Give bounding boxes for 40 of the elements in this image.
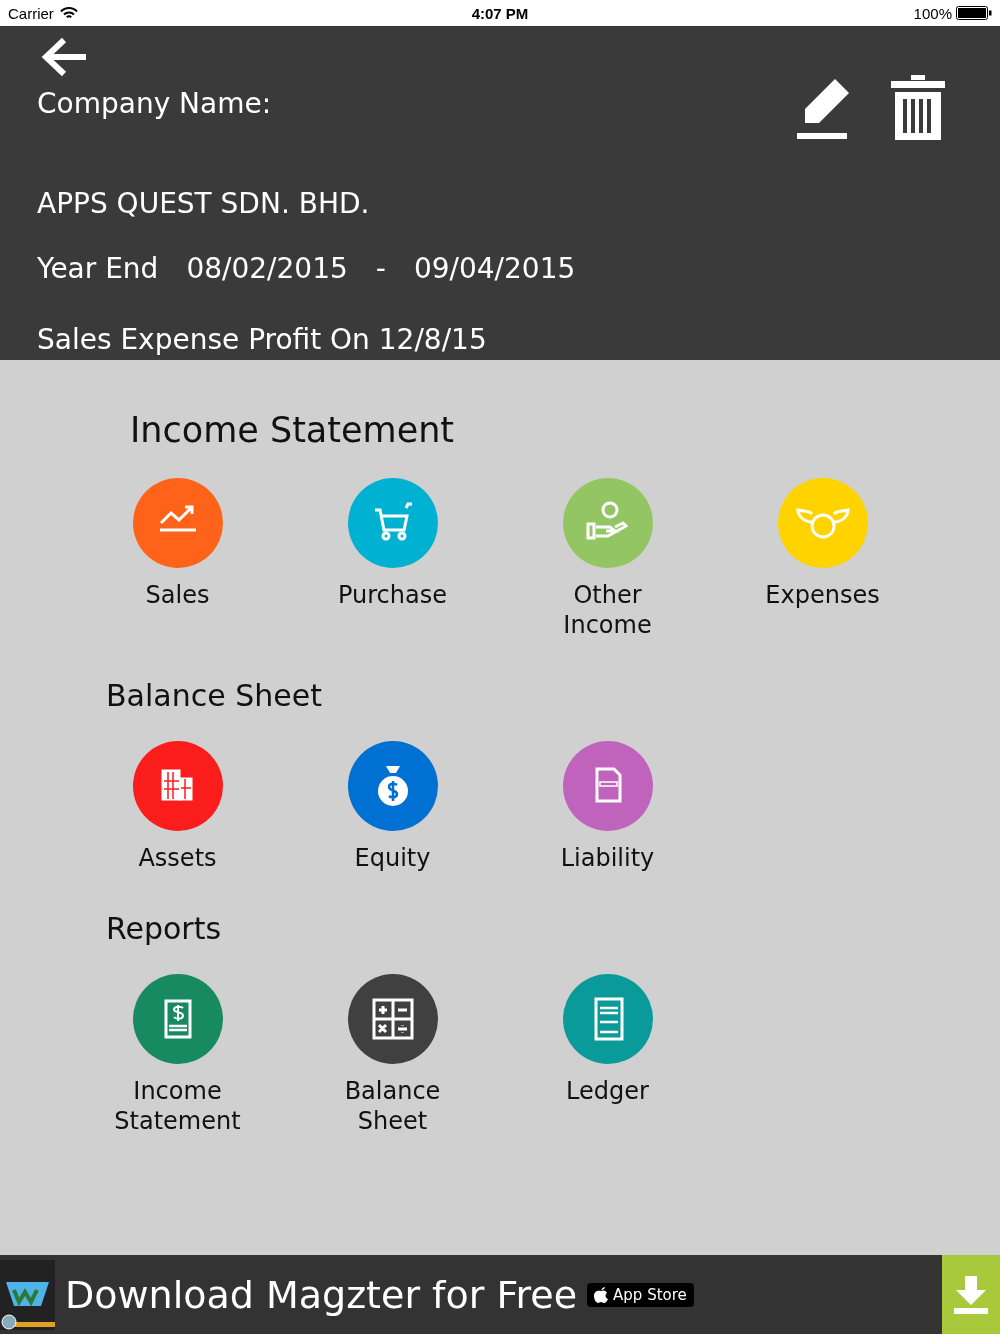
start-date: 08/02/2015 [186, 252, 348, 285]
ad-headline: Download Magzter for Free [65, 1272, 578, 1317]
section-title: Reports [106, 911, 223, 946]
download-icon [954, 1275, 988, 1314]
status-time: 4:07 PM [471, 4, 529, 22]
delete-trash-icon[interactable] [891, 75, 945, 143]
tile-label[interactable]: Ledger [566, 1076, 649, 1106]
app-store-badge[interactable]: App Store [587, 1282, 694, 1307]
tile-label[interactable]: Assets [138, 843, 217, 873]
company-label: Company Name: [37, 87, 272, 120]
calculator-icon[interactable] [347, 974, 438, 1064]
ledger-icon[interactable] [562, 974, 653, 1064]
ad-banner[interactable]: Download Magzter for Free App Store [0, 1255, 1000, 1334]
wifi-icon [59, 6, 78, 20]
section-title: Income Statement [130, 410, 456, 450]
building-icon[interactable] [132, 741, 223, 831]
battery-percent: 100% [913, 4, 952, 22]
report-icon[interactable] [132, 974, 223, 1064]
carrier-label: Carrier [8, 4, 54, 22]
report-subtitle: Sales Expense Profit On 12/8/15 [37, 323, 488, 356]
tile-label[interactable]: Purchase [338, 580, 447, 610]
money-bag-icon[interactable] [347, 741, 438, 831]
date-separator: - [375, 252, 386, 285]
tile-label[interactable]: Liability [560, 843, 655, 873]
document-icon[interactable] [562, 741, 653, 831]
battery-icon [956, 6, 992, 20]
tile-label[interactable]: Sales [145, 580, 210, 610]
chart-icon[interactable] [132, 478, 223, 568]
tile-label[interactable]: Income Statement [114, 1076, 241, 1136]
end-date: 09/04/2015 [413, 252, 576, 285]
year-end-label: Year End [37, 252, 159, 285]
section-title: Balance Sheet [106, 678, 323, 713]
apple-icon [594, 1286, 609, 1303]
tile-label[interactable]: Expenses [765, 580, 880, 610]
tile-label[interactable]: Equity [354, 843, 431, 873]
company-name: APPS QUEST SDN. BHD. [37, 187, 371, 220]
logo-icon [0, 1259, 55, 1330]
cart-icon[interactable] [347, 478, 438, 568]
tile-label[interactable]: Balance Sheet [344, 1076, 441, 1136]
tile-label[interactable]: Other Income [563, 580, 652, 640]
